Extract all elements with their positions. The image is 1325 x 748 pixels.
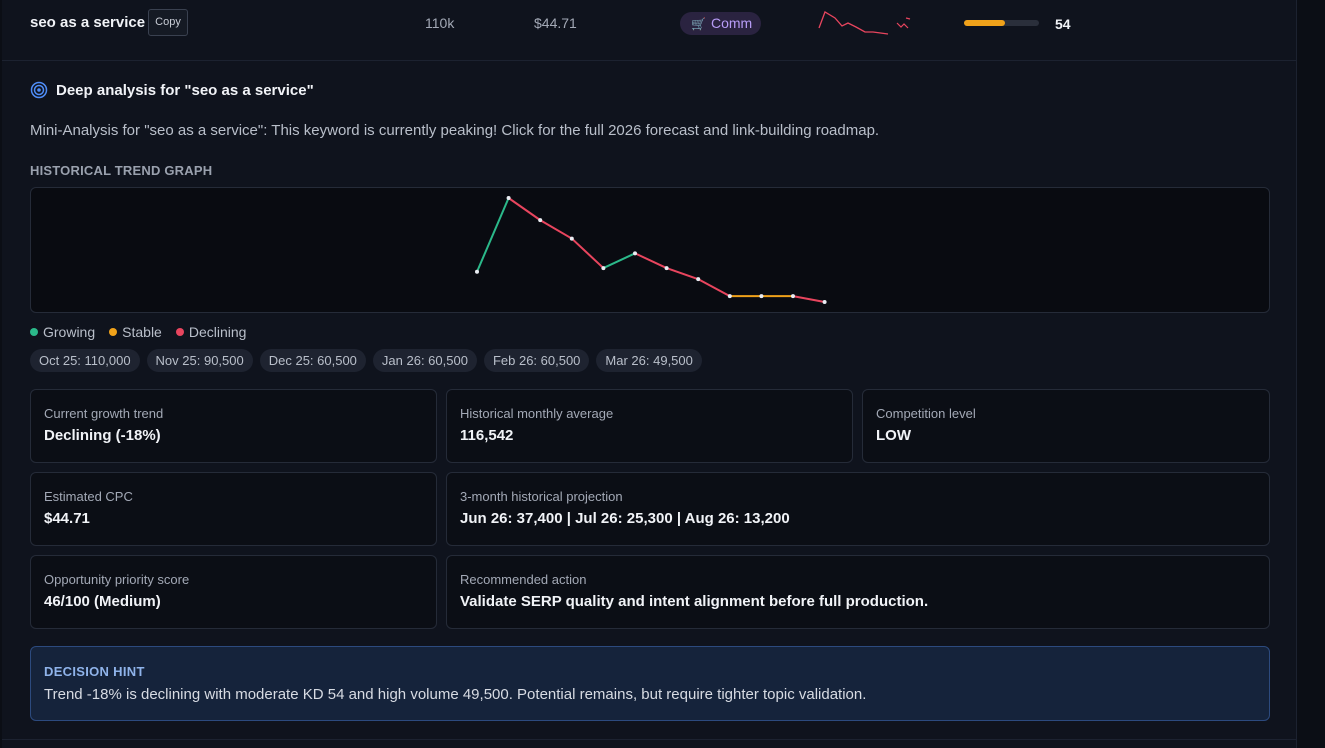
month-chip: Nov 25: 90,500: [146, 349, 253, 372]
kd-bar-fill: [964, 20, 1005, 26]
recommended-action-card: Recommended action Validate SERP quality…: [446, 555, 1270, 629]
trend-segment: [697, 278, 731, 297]
card-value: Jun 26: 37,400 | Jul 26: 25,300 | Aug 26…: [460, 510, 790, 527]
card-value: 46/100 (Medium): [44, 593, 161, 610]
month-chip: Jan 26: 60,500: [372, 349, 477, 372]
month-chip: Dec 25: 60,500: [259, 349, 366, 372]
mini-analysis-link[interactable]: Mini-Analysis for "seo as a service": Th…: [30, 122, 879, 139]
trend-point[interactable]: [601, 266, 606, 271]
card-label: Current growth trend: [44, 406, 164, 421]
copy-button[interactable]: Copy: [148, 9, 188, 36]
trend-segment: [508, 197, 541, 221]
growth-trend-card: Current growth trend Declining (-18%): [30, 389, 437, 463]
card-value: 116,542: [460, 427, 514, 444]
trend-segment: [792, 295, 825, 303]
card-value: Declining (-18%): [44, 427, 161, 444]
trend-point[interactable]: [791, 294, 795, 299]
divider: [2, 739, 1296, 740]
scroll-gutter[interactable]: [1297, 0, 1325, 748]
chart-legend: Growing Stable Declining: [30, 324, 246, 340]
month-chip: Feb 26: 60,500: [483, 349, 590, 372]
decision-hint-body: Trend -18% is declining with moderate KD…: [44, 686, 867, 703]
card-label: 3-month historical projection: [460, 489, 623, 504]
trend-down-icon: [896, 17, 911, 29]
card-value: LOW: [876, 427, 911, 444]
card-label: Opportunity priority score: [44, 572, 190, 587]
trend-point[interactable]: [538, 218, 543, 223]
trend-segment: [634, 252, 668, 269]
legend-dot-stable: [109, 328, 118, 336]
trend-segment: [476, 197, 510, 273]
monthly-chips: Oct 25: 110,000 Nov 25: 90,500 Dec 25: 6…: [30, 349, 702, 372]
analysis-title: Deep analysis for "seo as a service": [56, 82, 314, 99]
priority-score-card: Opportunity priority score 46/100 (Mediu…: [30, 555, 437, 629]
card-value: $44.71: [44, 510, 90, 527]
trend-point[interactable]: [822, 300, 827, 304]
competition-card: Competition level LOW: [862, 389, 1270, 463]
month-chip: Oct 25: 110,000: [30, 349, 140, 372]
legend-declining: Declining: [175, 324, 246, 340]
card-label: Recommended action: [460, 572, 587, 587]
keyword-name[interactable]: seo as a service: [30, 14, 145, 31]
intent-label: Comm: [710, 15, 753, 31]
card-label: Competition level: [876, 406, 976, 421]
legend-stable: Stable: [109, 324, 162, 340]
trend-point[interactable]: [633, 251, 637, 256]
sparkline: [818, 11, 911, 35]
sparkline-line: [818, 11, 889, 35]
card-label: Historical monthly average: [460, 406, 614, 421]
month-chip: Mar 26: 49,500: [596, 349, 702, 372]
trend-point[interactable]: [664, 266, 669, 271]
trend-segment: [539, 219, 573, 240]
trend-point[interactable]: [727, 294, 732, 299]
trend-point[interactable]: [696, 277, 701, 282]
trend-segment: [602, 252, 636, 269]
decision-hint: DECISION HINT Trend -18% is declining wi…: [30, 646, 1270, 721]
legend-growing: Growing: [30, 324, 95, 340]
kd-value: 54: [1055, 16, 1071, 32]
trend-segment: [571, 237, 605, 269]
keyword-row[interactable]: seo as a service Copy 110k $44.71 🛒 Comm …: [2, 0, 1296, 61]
trend-point[interactable]: [759, 294, 764, 299]
intent-badge: 🛒 Comm: [680, 12, 761, 35]
kd-bar: [964, 20, 1039, 26]
target-icon: [30, 81, 48, 99]
decision-hint-title: DECISION HINT: [44, 664, 145, 679]
trend-chart: [475, 196, 827, 304]
keyword-panel: seo as a service Copy 110k $44.71 🛒 Comm …: [2, 0, 1297, 748]
cpc-value: $44.71: [534, 15, 577, 31]
search-volume: 110k: [425, 15, 455, 31]
projection-card: 3-month historical projection Jun 26: 37…: [446, 472, 1270, 546]
trend-segment: [666, 267, 699, 281]
trend-graph: [30, 187, 1270, 313]
cpc-card: Estimated CPC $44.71: [30, 472, 437, 546]
trend-graph-label: HISTORICAL TREND GRAPH: [30, 163, 213, 178]
card-label: Estimated CPC: [44, 489, 133, 504]
trend-point[interactable]: [506, 196, 511, 200]
card-value: Validate SERP quality and intent alignme…: [460, 593, 929, 610]
legend-dot-growing: [30, 328, 38, 336]
legend-dot-declining: [175, 328, 184, 336]
trend-point[interactable]: [475, 269, 479, 274]
trend-point[interactable]: [569, 236, 574, 241]
monthly-average-card: Historical monthly average 116,542: [446, 389, 853, 463]
cart-icon: 🛒: [691, 17, 706, 31]
